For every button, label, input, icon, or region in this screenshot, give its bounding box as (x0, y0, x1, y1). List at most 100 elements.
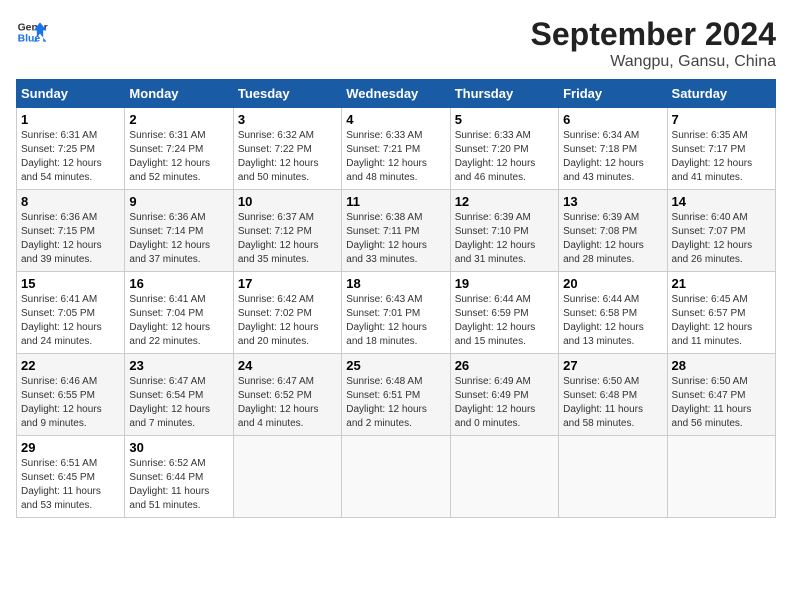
list-item: 27 Sunrise: 6:50 AM Sunset: 6:48 PM Dayli… (559, 354, 667, 436)
list-item: 20 Sunrise: 6:44 AM Sunset: 6:58 PM Dayli… (559, 272, 667, 354)
list-item: 22Sunrise: 6:46 AM Sunset: 6:55 PM Dayli… (17, 354, 125, 436)
day-number: 11 (346, 194, 445, 209)
list-item: 26 Sunrise: 6:49 AM Sunset: 6:49 PM Dayli… (450, 354, 558, 436)
list-item: 6 Sunrise: 6:34 AM Sunset: 7:18 PM Daylig… (559, 108, 667, 190)
day-number: 13 (563, 194, 662, 209)
day-info: Sunrise: 6:33 AM Sunset: 7:20 PM Dayligh… (455, 129, 554, 185)
list-item (559, 436, 667, 518)
list-item: 13 Sunrise: 6:39 AM Sunset: 7:08 PM Dayli… (559, 190, 667, 272)
table-row: 29Sunrise: 6:51 AM Sunset: 6:45 PM Dayli… (17, 436, 776, 518)
col-monday: Monday (125, 80, 233, 108)
day-info: Sunrise: 6:44 AM Sunset: 6:58 PM Dayligh… (563, 293, 662, 349)
day-info: Sunrise: 6:34 AM Sunset: 7:18 PM Dayligh… (563, 129, 662, 185)
day-info: Sunrise: 6:36 AM Sunset: 7:14 PM Dayligh… (129, 211, 228, 267)
table-row: 22Sunrise: 6:46 AM Sunset: 6:55 PM Dayli… (17, 354, 776, 436)
day-number: 24 (238, 358, 337, 373)
list-item: 21Sunrise: 6:45 AM Sunset: 6:57 PM Dayli… (667, 272, 775, 354)
list-item (342, 436, 450, 518)
table-row: 1 Sunrise: 6:31 AM Sunset: 7:25 PM Daylig… (17, 108, 776, 190)
day-number: 27 (563, 358, 662, 373)
day-number: 25 (346, 358, 445, 373)
list-item: 14Sunrise: 6:40 AM Sunset: 7:07 PM Dayli… (667, 190, 775, 272)
col-saturday: Saturday (667, 80, 775, 108)
day-number: 1 (21, 112, 120, 127)
day-info: Sunrise: 6:39 AM Sunset: 7:10 PM Dayligh… (455, 211, 554, 267)
day-number: 20 (563, 276, 662, 291)
day-number: 6 (563, 112, 662, 127)
list-item: 10 Sunrise: 6:37 AM Sunset: 7:12 PM Dayli… (233, 190, 341, 272)
day-info: Sunrise: 6:47 AM Sunset: 6:54 PM Dayligh… (129, 375, 228, 431)
list-item: 1 Sunrise: 6:31 AM Sunset: 7:25 PM Daylig… (17, 108, 125, 190)
list-item: 12 Sunrise: 6:39 AM Sunset: 7:10 PM Dayli… (450, 190, 558, 272)
list-item: 30 Sunrise: 6:52 AM Sunset: 6:44 PM Dayli… (125, 436, 233, 518)
day-number: 14 (672, 194, 771, 209)
table-row: 15 Sunrise: 6:41 AM Sunset: 7:05 PM Dayli… (17, 272, 776, 354)
day-number: 19 (455, 276, 554, 291)
day-number: 2 (129, 112, 228, 127)
day-info: Sunrise: 6:38 AM Sunset: 7:11 PM Dayligh… (346, 211, 445, 267)
title-block: September 2024 Wangpu, Gansu, China (531, 16, 776, 71)
header-row: Sunday Monday Tuesday Wednesday Thursday… (17, 80, 776, 108)
day-number: 8 (21, 194, 120, 209)
list-item: 11 Sunrise: 6:38 AM Sunset: 7:11 PM Dayli… (342, 190, 450, 272)
day-info: Sunrise: 6:50 AM Sunset: 6:48 PM Dayligh… (563, 375, 662, 431)
day-number: 7 (672, 112, 771, 127)
day-number: 10 (238, 194, 337, 209)
list-item: 5 Sunrise: 6:33 AM Sunset: 7:20 PM Daylig… (450, 108, 558, 190)
col-tuesday: Tuesday (233, 80, 341, 108)
logo-icon: General Blue (16, 16, 48, 48)
day-info: Sunrise: 6:45 AM Sunset: 6:57 PM Dayligh… (672, 293, 771, 349)
day-number: 3 (238, 112, 337, 127)
table-row: 8 Sunrise: 6:36 AM Sunset: 7:15 PM Daylig… (17, 190, 776, 272)
list-item: 24 Sunrise: 6:47 AM Sunset: 6:52 PM Dayli… (233, 354, 341, 436)
day-info: Sunrise: 6:41 AM Sunset: 7:05 PM Dayligh… (21, 293, 120, 349)
list-item: 29Sunrise: 6:51 AM Sunset: 6:45 PM Dayli… (17, 436, 125, 518)
list-item (233, 436, 341, 518)
day-info: Sunrise: 6:47 AM Sunset: 6:52 PM Dayligh… (238, 375, 337, 431)
list-item (450, 436, 558, 518)
day-info: Sunrise: 6:41 AM Sunset: 7:04 PM Dayligh… (129, 293, 228, 349)
day-info: Sunrise: 6:39 AM Sunset: 7:08 PM Dayligh… (563, 211, 662, 267)
day-number: 28 (672, 358, 771, 373)
calendar-title: September 2024 (531, 16, 776, 53)
day-number: 18 (346, 276, 445, 291)
list-item: 8 Sunrise: 6:36 AM Sunset: 7:15 PM Daylig… (17, 190, 125, 272)
day-number: 29 (21, 440, 120, 455)
day-info: Sunrise: 6:36 AM Sunset: 7:15 PM Dayligh… (21, 211, 120, 267)
page-header: General Blue September 2024 Wangpu, Gans… (16, 16, 776, 71)
list-item: 23 Sunrise: 6:47 AM Sunset: 6:54 PM Dayli… (125, 354, 233, 436)
day-info: Sunrise: 6:32 AM Sunset: 7:22 PM Dayligh… (238, 129, 337, 185)
day-info: Sunrise: 6:52 AM Sunset: 6:44 PM Dayligh… (129, 457, 228, 513)
day-number: 12 (455, 194, 554, 209)
day-number: 16 (129, 276, 228, 291)
col-thursday: Thursday (450, 80, 558, 108)
list-item: 17Sunrise: 6:42 AM Sunset: 7:02 PM Dayli… (233, 272, 341, 354)
day-info: Sunrise: 6:42 AM Sunset: 7:02 PM Dayligh… (238, 293, 337, 349)
day-number: 22 (21, 358, 120, 373)
day-number: 23 (129, 358, 228, 373)
list-item: 4 Sunrise: 6:33 AM Sunset: 7:21 PM Daylig… (342, 108, 450, 190)
day-info: Sunrise: 6:43 AM Sunset: 7:01 PM Dayligh… (346, 293, 445, 349)
list-item: 18 Sunrise: 6:43 AM Sunset: 7:01 PM Dayli… (342, 272, 450, 354)
day-info: Sunrise: 6:49 AM Sunset: 6:49 PM Dayligh… (455, 375, 554, 431)
list-item: 2 Sunrise: 6:31 AM Sunset: 7:24 PM Daylig… (125, 108, 233, 190)
list-item: 3 Sunrise: 6:32 AM Sunset: 7:22 PM Daylig… (233, 108, 341, 190)
day-number: 26 (455, 358, 554, 373)
day-number: 5 (455, 112, 554, 127)
list-item: 28 Sunrise: 6:50 AM Sunset: 6:47 PM Dayli… (667, 354, 775, 436)
col-sunday: Sunday (17, 80, 125, 108)
calendar-table: Sunday Monday Tuesday Wednesday Thursday… (16, 79, 776, 518)
day-info: Sunrise: 6:33 AM Sunset: 7:21 PM Dayligh… (346, 129, 445, 185)
day-info: Sunrise: 6:48 AM Sunset: 6:51 PM Dayligh… (346, 375, 445, 431)
day-info: Sunrise: 6:50 AM Sunset: 6:47 PM Dayligh… (672, 375, 771, 431)
day-number: 4 (346, 112, 445, 127)
list-item: 15 Sunrise: 6:41 AM Sunset: 7:05 PM Dayli… (17, 272, 125, 354)
day-number: 30 (129, 440, 228, 455)
day-info: Sunrise: 6:31 AM Sunset: 7:24 PM Dayligh… (129, 129, 228, 185)
day-number: 15 (21, 276, 120, 291)
day-info: Sunrise: 6:37 AM Sunset: 7:12 PM Dayligh… (238, 211, 337, 267)
list-item: 9Sunrise: 6:36 AM Sunset: 7:14 PM Daylig… (125, 190, 233, 272)
day-info: Sunrise: 6:31 AM Sunset: 7:25 PM Dayligh… (21, 129, 120, 185)
list-item: 25 Sunrise: 6:48 AM Sunset: 6:51 PM Dayli… (342, 354, 450, 436)
col-friday: Friday (559, 80, 667, 108)
